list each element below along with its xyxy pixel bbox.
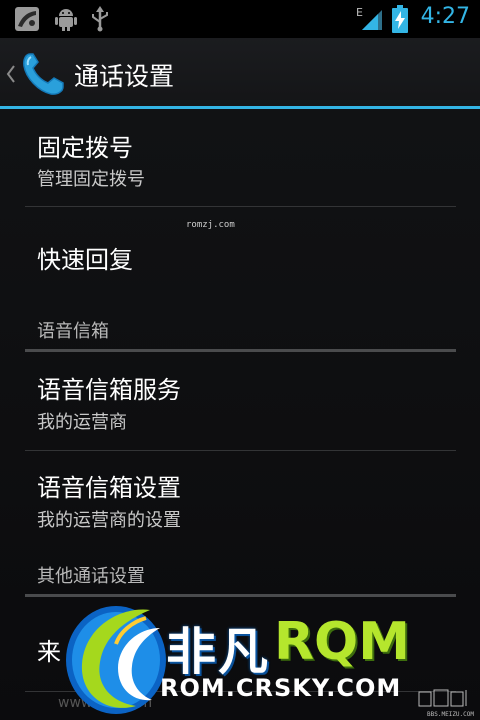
phone-icon[interactable] [20,51,66,97]
status-bar: E 4:27 [0,0,480,38]
list-item-voicemail-service[interactable]: 语音信箱服务 我的运营商 [0,353,480,450]
quick-reply-title: 快速回复 [37,246,133,274]
list-item-quick-reply[interactable]: 快速回复 [0,207,480,305]
crsky-logo-watermark: 非凡 RQM ROM.CRSKY.COM [60,596,420,720]
signal-icon [362,10,382,30]
incoming-call-title: 来 [37,638,61,666]
battery-charging-icon [392,5,408,33]
voicemail-service-summary: 我的运营商 [37,412,127,433]
voicemail-settings-title: 语音信箱设置 [37,474,181,502]
back-caret-icon[interactable] [6,64,16,84]
corner-logo-icon [418,689,467,707]
category-header-voicemail: 语音信箱 [37,321,109,342]
voicemail-service-title: 语音信箱服务 [37,376,181,404]
action-bar: 通话设置 [0,38,480,106]
category-header-other: 其他通话设置 [37,566,145,587]
logo-url-text: ROM.CRSKY.COM [160,674,402,702]
fixed-dialing-title: 固定拨号 [37,134,133,162]
list-item-fixed-dialing[interactable]: 固定拨号 管理固定拨号 [0,109,480,206]
list-item-voicemail-settings[interactable]: 语音信箱设置 我的运营商的设置 [0,451,480,547]
android-icon [55,9,77,31]
image-icon [15,7,39,31]
category-divider [25,349,456,352]
clock: 4:27 [420,4,470,29]
fixed-dialing-summary: 管理固定拨号 [37,169,145,190]
logo-rom-text: RQM [274,612,410,672]
corner-watermark-text: BBS.MEIZU.COM [427,711,474,718]
voicemail-settings-summary: 我的运营商的设置 [37,510,181,531]
usb-icon [92,6,108,32]
page-title: 通话设置 [74,62,175,91]
